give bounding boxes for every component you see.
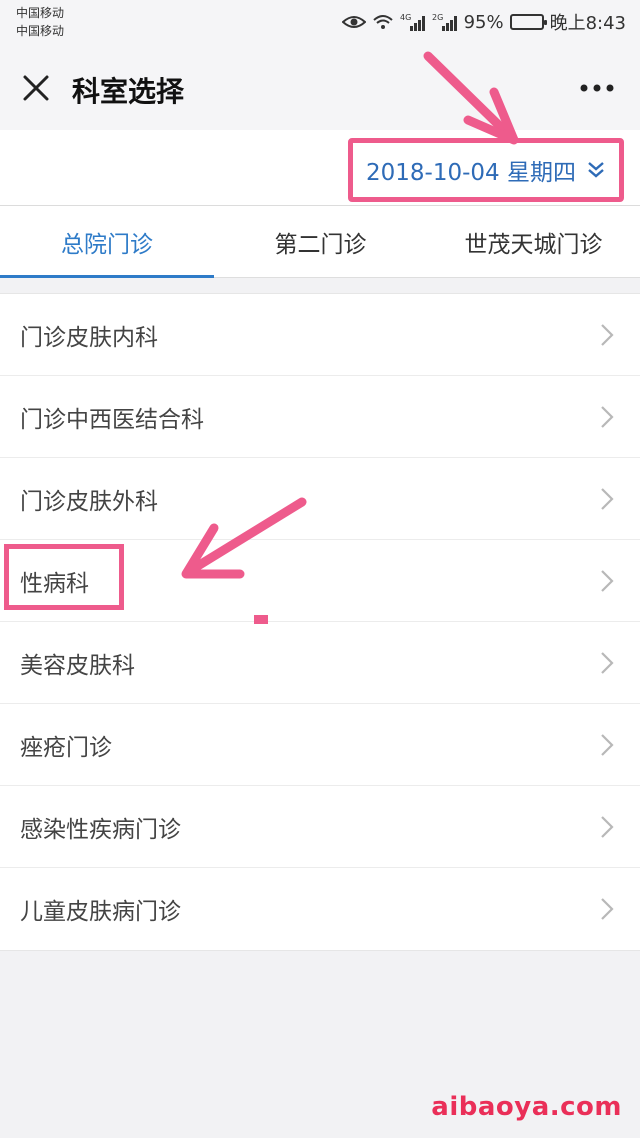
chevron-right-icon: [601, 815, 614, 838]
signal-2g-icon: 2G: [432, 12, 458, 32]
double-chevron-down-icon: [588, 162, 604, 178]
date-value: 2018-10-04 星期四: [366, 160, 576, 186]
svg-text:4G: 4G: [400, 13, 411, 22]
wifi-icon: [372, 13, 394, 31]
tab-active-indicator: [0, 275, 214, 278]
more-icon: [580, 84, 614, 92]
battery-percent: 95%: [463, 11, 504, 33]
battery-icon: [509, 14, 547, 30]
chevron-right-icon: [601, 405, 614, 428]
department-label: 门诊皮肤外科: [20, 488, 158, 515]
list-item[interactable]: 门诊皮肤内科: [0, 294, 640, 376]
close-icon: [23, 75, 49, 101]
page-title: 科室选择: [72, 75, 185, 108]
eye-icon: [341, 14, 366, 30]
status-icons: 4G 2G 95% 晚上8:43: [341, 10, 626, 34]
list-item[interactable]: 痤疮门诊: [0, 704, 640, 786]
tab-second-clinic[interactable]: 第二门诊: [214, 206, 427, 278]
chevron-right-icon: [601, 569, 614, 592]
chevron-right-icon: [601, 487, 614, 510]
department-list: 门诊皮肤内科 门诊中西医结合科 门诊皮肤外科 性病科 美容皮肤科 痤疮门诊 感染…: [0, 293, 640, 951]
list-item[interactable]: 感染性疾病门诊: [0, 786, 640, 868]
department-label: 感染性疾病门诊: [20, 816, 181, 843]
clock: 晚上8:43: [549, 13, 626, 34]
chevron-right-icon: [601, 898, 614, 920]
highlight-box: [4, 544, 124, 610]
status-bar: 中国移动 中国移动 4G 2G 95% 晚上8:43: [0, 0, 640, 44]
watermark: aibaoya.com: [431, 1092, 622, 1122]
list-item[interactable]: 美容皮肤科: [0, 622, 640, 704]
date-selector[interactable]: 2018-10-04 星期四: [348, 138, 624, 202]
svg-text:2G: 2G: [432, 13, 443, 22]
list-item[interactable]: 门诊皮肤外科: [0, 458, 640, 540]
chevron-right-icon: [601, 733, 614, 756]
carrier-1: 中国移动: [16, 6, 65, 20]
department-label: 门诊皮肤内科: [20, 324, 158, 351]
signal-4g-icon: 4G: [400, 12, 426, 32]
department-label: 门诊中西医结合科: [20, 406, 204, 433]
annotation-mark: [254, 615, 268, 624]
nav-bar: 科室选择: [0, 44, 640, 130]
list-item[interactable]: 儿童皮肤病门诊: [0, 868, 640, 950]
department-label: 痤疮门诊: [20, 734, 112, 761]
chevron-right-icon: [601, 323, 614, 346]
clinic-tabs: 总院门诊 第二门诊 世茂天城门诊: [0, 206, 640, 278]
carrier-2: 中国移动: [16, 24, 65, 38]
tab-main-clinic[interactable]: 总院门诊: [0, 206, 214, 278]
more-button[interactable]: [572, 66, 622, 110]
date-bar: 2018-10-04 星期四: [0, 130, 640, 206]
close-button[interactable]: [14, 66, 58, 110]
department-label: 儿童皮肤病门诊: [20, 899, 181, 925]
tab-shimao-clinic[interactable]: 世茂天城门诊: [427, 206, 640, 278]
chevron-right-icon: [601, 651, 614, 674]
department-label: 美容皮肤科: [20, 652, 135, 679]
list-item[interactable]: 门诊中西医结合科: [0, 376, 640, 458]
